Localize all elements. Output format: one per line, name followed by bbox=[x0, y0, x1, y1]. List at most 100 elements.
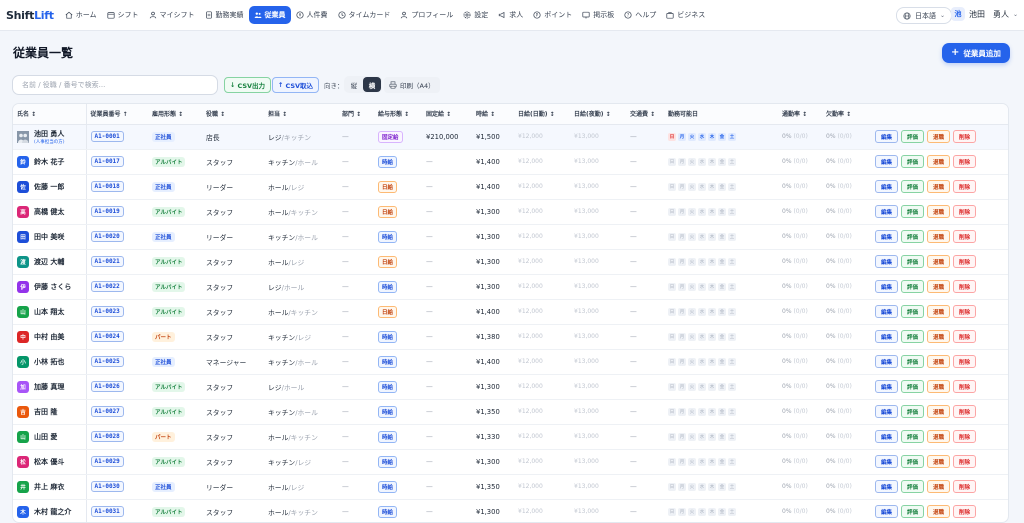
employee-number[interactable]: A1-0022 bbox=[90, 281, 124, 292]
table-row[interactable]: 渡渡辺 大輔 A1-0021 アルバイト スタッフ ホール/レジ — 日給 — ¥1,300 ¥1… bbox=[13, 249, 1008, 275]
weekday-chip[interactable]: 金 bbox=[718, 332, 726, 341]
weekday-chip[interactable]: 水 bbox=[698, 207, 706, 216]
edit-button[interactable]: 編集 bbox=[875, 355, 899, 368]
weekday-chip[interactable]: 月 bbox=[678, 132, 686, 141]
employee-number[interactable]: A1-0023 bbox=[90, 306, 124, 317]
weekday-chip[interactable]: 火 bbox=[688, 482, 696, 491]
weekday-chip[interactable]: 水 bbox=[698, 182, 706, 191]
table-row[interactable]: 高高橋 健太 A1-0019 アルバイト スタッフ ホール/キッチン — 日給 — ¥1,300… bbox=[13, 199, 1008, 225]
nav-item-6[interactable]: タイムカード bbox=[333, 6, 396, 24]
weekday-chip[interactable]: 水 bbox=[698, 282, 706, 291]
delete-button[interactable]: 削除 bbox=[953, 355, 977, 368]
weekday-chip[interactable]: 火 bbox=[688, 457, 696, 466]
weekday-chip[interactable]: 木 bbox=[708, 382, 716, 391]
weekday-chip[interactable]: 日 bbox=[668, 257, 676, 266]
table-row[interactable]: 木木村 龍之介 A1-0031 アルバイト スタッフ ホール/キッチン — 時給 — ¥1,30… bbox=[13, 499, 1008, 522]
delete-button[interactable]: 削除 bbox=[953, 430, 977, 443]
evaluate-button[interactable]: 評価 bbox=[901, 505, 925, 518]
language-select[interactable]: 日本語 ⌄ bbox=[895, 7, 952, 24]
table-row[interactable]: 田田中 美咲 A1-0020 正社員 リーダー キッチン/ホール — 時給 — ¥1,300 ¥1… bbox=[13, 224, 1008, 250]
search-input[interactable]: 名前 / 役職 / 番号で検索... bbox=[12, 75, 218, 95]
weekday-chip[interactable]: 火 bbox=[688, 257, 696, 266]
weekday-chip[interactable]: 水 bbox=[698, 157, 706, 166]
orientation-landscape[interactable]: 横 bbox=[363, 77, 381, 92]
delete-button[interactable]: 削除 bbox=[953, 305, 977, 318]
col-name[interactable]: 氏名 ↕ bbox=[13, 104, 87, 125]
weekday-chip[interactable]: 水 bbox=[698, 482, 706, 491]
col-commute-rate[interactable]: 通勤率 ↕ bbox=[778, 104, 822, 125]
employee-number[interactable]: A1-0021 bbox=[90, 256, 124, 267]
weekday-chip[interactable]: 木 bbox=[708, 482, 716, 491]
weekday-chip[interactable]: 土 bbox=[728, 332, 736, 341]
weekday-chip[interactable]: 金 bbox=[718, 307, 726, 316]
edit-button[interactable]: 編集 bbox=[875, 405, 899, 418]
weekday-chip[interactable]: 火 bbox=[688, 407, 696, 416]
weekday-chip[interactable]: 火 bbox=[688, 432, 696, 441]
employee-number[interactable]: A1-0020 bbox=[90, 231, 124, 242]
delete-button[interactable]: 削除 bbox=[953, 280, 977, 293]
evaluate-button[interactable]: 評価 bbox=[901, 355, 925, 368]
evaluate-button[interactable]: 評価 bbox=[901, 230, 925, 243]
retire-button[interactable]: 退職 bbox=[927, 430, 951, 443]
col-department[interactable]: 部門 ↕ bbox=[338, 104, 374, 125]
retire-button[interactable]: 退職 bbox=[927, 330, 951, 343]
employee-number[interactable]: A1-0018 bbox=[90, 181, 124, 192]
nav-item-2[interactable]: マイシフト bbox=[144, 6, 200, 24]
csv-export-button[interactable]: ↓ CSV出力 bbox=[224, 77, 272, 93]
retire-button[interactable]: 退職 bbox=[927, 505, 951, 518]
nav-item-11[interactable]: 掲示板 bbox=[577, 6, 619, 24]
weekday-chip[interactable]: 日 bbox=[668, 132, 676, 141]
delete-button[interactable]: 削除 bbox=[953, 205, 977, 218]
weekday-chip[interactable]: 火 bbox=[688, 382, 696, 391]
weekday-chip[interactable]: 木 bbox=[708, 432, 716, 441]
weekday-chip[interactable]: 金 bbox=[718, 157, 726, 166]
print-button[interactable]: 印刷（A4） bbox=[384, 77, 440, 93]
weekday-chip[interactable]: 月 bbox=[678, 357, 686, 366]
edit-button[interactable]: 編集 bbox=[875, 455, 899, 468]
weekday-chip[interactable]: 火 bbox=[688, 182, 696, 191]
weekday-chip[interactable]: 火 bbox=[688, 157, 696, 166]
table-row[interactable]: 吉吉田 隆 A1-0027 アルバイト スタッフ キッチン/ホール — 時給 — ¥1,350 ¥… bbox=[13, 399, 1008, 425]
weekday-chip[interactable]: 日 bbox=[668, 457, 676, 466]
retire-button[interactable]: 退職 bbox=[927, 380, 951, 393]
nav-item-7[interactable]: プロフィール bbox=[395, 6, 458, 24]
weekday-chip[interactable]: 金 bbox=[718, 257, 726, 266]
weekday-chip[interactable]: 日 bbox=[668, 282, 676, 291]
weekday-chip[interactable]: 月 bbox=[678, 307, 686, 316]
weekday-chip[interactable]: 木 bbox=[708, 232, 716, 241]
add-employee-button[interactable]: + 従業員追加 bbox=[942, 43, 1010, 63]
employee-number[interactable]: A1-0001 bbox=[90, 131, 124, 142]
weekday-chip[interactable]: 月 bbox=[678, 482, 686, 491]
weekday-chip[interactable]: 水 bbox=[698, 132, 706, 141]
weekday-chip[interactable]: 金 bbox=[718, 282, 726, 291]
weekday-chip[interactable]: 火 bbox=[688, 207, 696, 216]
orientation-portrait[interactable]: 縦 bbox=[345, 77, 363, 92]
weekday-chip[interactable]: 火 bbox=[688, 357, 696, 366]
weekday-chip[interactable]: 水 bbox=[698, 507, 706, 516]
employee-number[interactable]: A1-0019 bbox=[90, 206, 124, 217]
weekday-chip[interactable]: 月 bbox=[678, 407, 686, 416]
col-transport[interactable]: 交通費 ↕ bbox=[626, 104, 664, 125]
edit-button[interactable]: 編集 bbox=[875, 480, 899, 493]
edit-button[interactable]: 編集 bbox=[875, 230, 899, 243]
nav-item-1[interactable]: シフト bbox=[102, 6, 144, 24]
retire-button[interactable]: 退職 bbox=[927, 230, 951, 243]
nav-item-9[interactable]: 求人 bbox=[493, 6, 528, 24]
weekday-chip[interactable]: 火 bbox=[688, 507, 696, 516]
employee-number[interactable]: A1-0030 bbox=[90, 481, 124, 492]
table-row[interactable]: 鈴鈴木 花子 A1-0017 アルバイト スタッフ キッチン/ホール — 時給 — ¥1,400… bbox=[13, 149, 1008, 175]
weekday-chip[interactable]: 木 bbox=[708, 457, 716, 466]
table-row[interactable]: 佐佐藤 一郎 A1-0018 正社員 リーダー ホール/レジ — 日給 — ¥1,400 ¥12,… bbox=[13, 174, 1008, 200]
weekday-chip[interactable]: 日 bbox=[668, 182, 676, 191]
col-daily-night[interactable]: 日給(夜勤) ↕ bbox=[570, 104, 626, 125]
table-row[interactable]: 池田 勇人 (人事担当の方) A1-0001 正社員 店長 レジ/キッチン — 固定給 ¥210… bbox=[13, 124, 1008, 150]
weekday-chip[interactable]: 金 bbox=[718, 207, 726, 216]
edit-button[interactable]: 編集 bbox=[875, 430, 899, 443]
weekday-chip[interactable]: 水 bbox=[698, 357, 706, 366]
retire-button[interactable]: 退職 bbox=[927, 180, 951, 193]
weekday-chip[interactable]: 日 bbox=[668, 232, 676, 241]
nav-item-10[interactable]: P ポイント bbox=[528, 6, 577, 24]
weekday-chip[interactable]: 木 bbox=[708, 282, 716, 291]
weekday-chip[interactable]: 水 bbox=[698, 407, 706, 416]
weekday-chip[interactable]: 木 bbox=[708, 257, 716, 266]
